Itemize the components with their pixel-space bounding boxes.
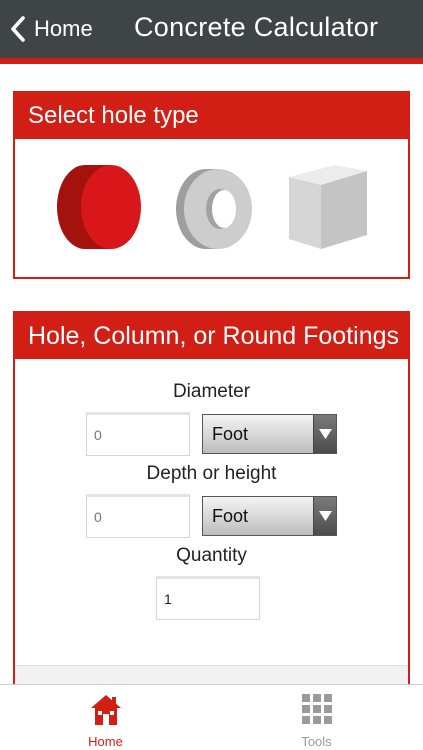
page-title: Concrete Calculator [134, 12, 379, 42]
tab-home[interactable]: Home [0, 685, 211, 750]
cylinder-icon [57, 165, 141, 249]
quantity-input[interactable] [156, 576, 260, 620]
ring-icon [176, 169, 252, 249]
depth-unit-arrow [313, 497, 336, 535]
grid-icon [301, 694, 332, 724]
depth-unit-value: Foot [212, 506, 249, 526]
tab-home-label: Home [88, 734, 123, 749]
hole-type-ring-button[interactable] [170, 166, 260, 252]
diameter-unit-select[interactable]: Foot [202, 414, 337, 454]
tab-tools[interactable]: Tools [211, 685, 422, 750]
hole-type-cylinder-button[interactable] [55, 163, 145, 253]
back-button[interactable]: Home [8, 11, 93, 47]
nav-accent-stripe [0, 58, 423, 64]
diameter-input[interactable] [86, 412, 190, 456]
back-button-label: Home [34, 16, 93, 41]
depth-label: Depth or height [146, 463, 277, 484]
hole-type-title: Select hole type [28, 102, 199, 129]
cube-icon [289, 165, 367, 249]
depth-input[interactable] [86, 494, 190, 538]
diameter-unit-value: Foot [212, 424, 249, 444]
concrete-calculator-screen: Home Concrete Calculator Select hole typ… [0, 0, 423, 750]
quantity-label: Quantity [176, 545, 247, 566]
depth-unit-select[interactable]: Foot [202, 496, 337, 536]
hole-type-cube-button[interactable] [285, 163, 371, 253]
hole-type-panel: Select hole type [13, 91, 410, 279]
diameter-label: Diameter [172, 381, 251, 402]
triangle-down-icon [318, 429, 332, 439]
tab-tools-label: Tools [301, 734, 332, 749]
hole-type-header: Select hole type [15, 93, 408, 139]
house-icon [90, 695, 121, 725]
footing-form-panel: Hole, Column, or Round Footings Diameter… [13, 311, 410, 691]
bottom-tab-bar: Home Tools [0, 684, 423, 750]
footing-form-title: Hole, Column, or Round Footings [28, 321, 400, 350]
hole-type-options [15, 139, 408, 277]
diameter-unit-arrow [313, 415, 336, 453]
triangle-down-icon [318, 511, 332, 521]
top-nav-bar: Home Concrete Calculator [0, 0, 423, 58]
chevron-left-icon [11, 16, 25, 42]
footing-form-header: Hole, Column, or Round Footings [15, 313, 408, 359]
